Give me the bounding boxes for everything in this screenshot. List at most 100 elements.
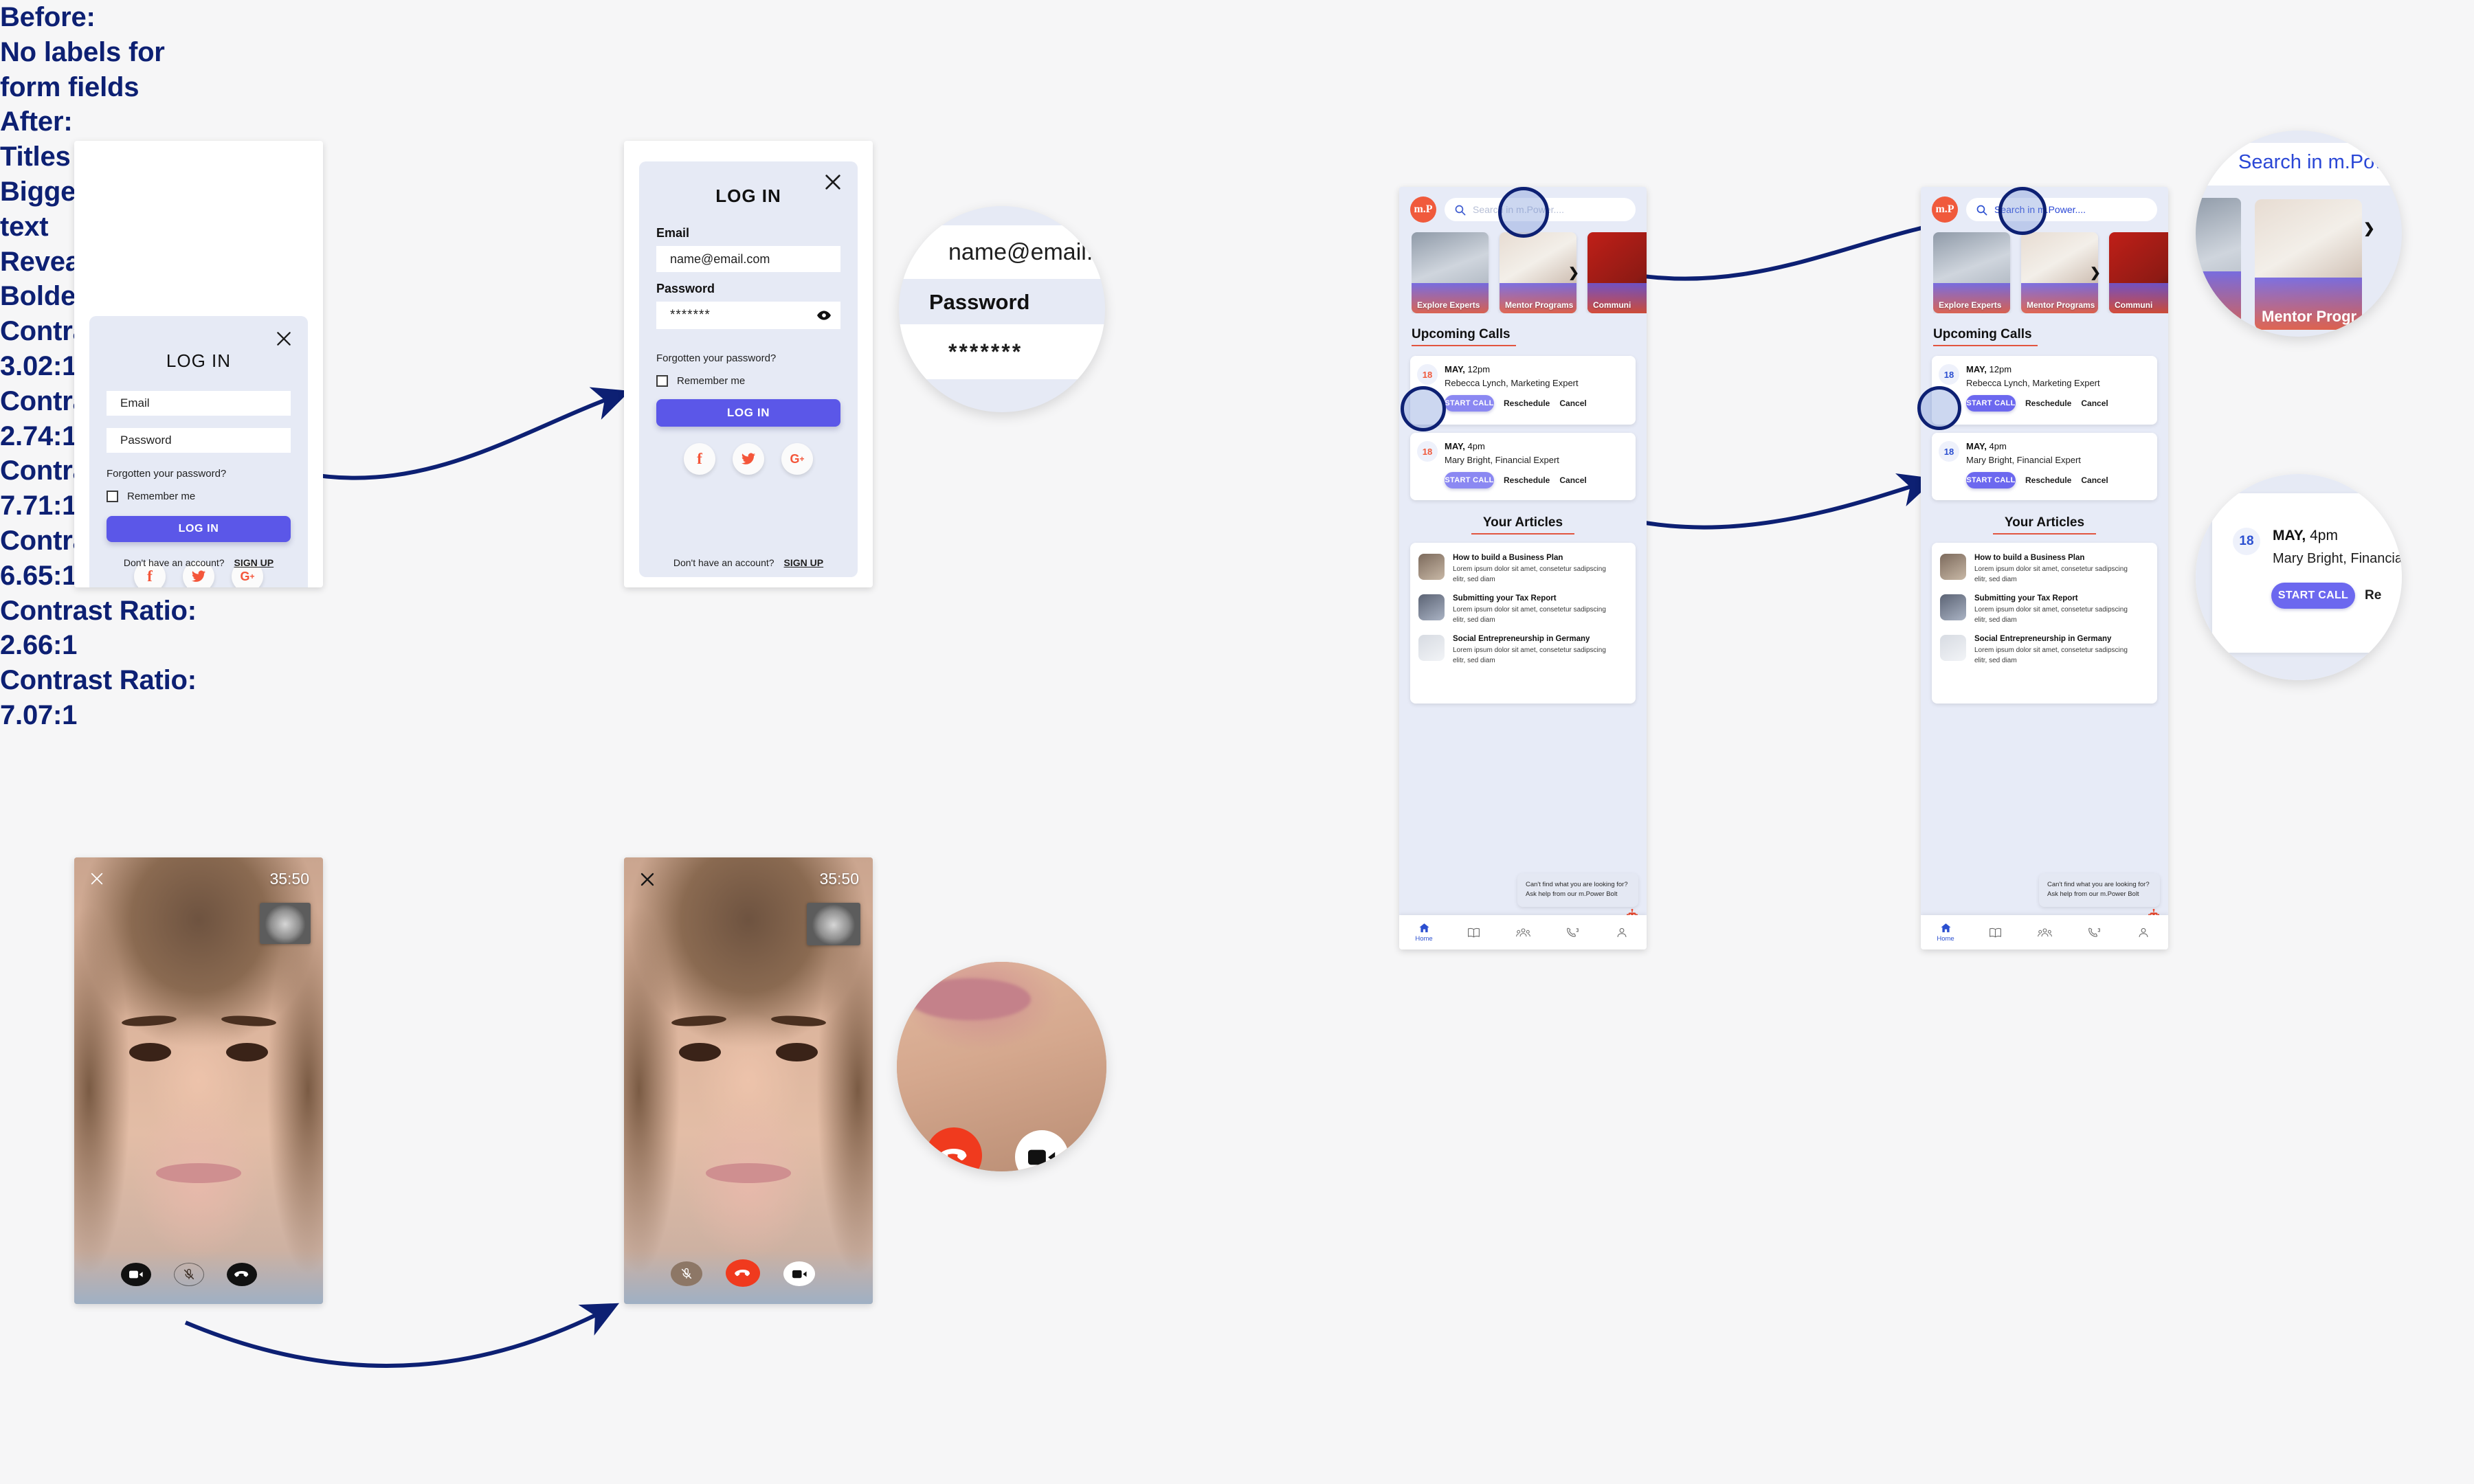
search-icon xyxy=(1976,204,1987,216)
nav-item-community[interactable] xyxy=(2020,928,2069,938)
nav-item-library[interactable] xyxy=(1970,928,2020,938)
close-icon[interactable] xyxy=(639,871,656,888)
cancel-link[interactable]: Cancel xyxy=(1559,398,1586,408)
category-carousel[interactable]: Explore Experts Mentor Programs Communi … xyxy=(1412,232,1647,313)
call-person: Rebecca Lynch, Marketing Expert xyxy=(1966,378,2100,388)
upcoming-calls-section: Upcoming Calls xyxy=(1933,327,2168,346)
remember-me-row[interactable]: Remember me xyxy=(107,491,308,502)
article-item[interactable]: Submitting your Tax Report Lorem ipsum d… xyxy=(1418,594,1627,625)
cancel-link[interactable]: Cancel xyxy=(2081,398,2108,408)
magnified-start-call-button[interactable]: START CALL xyxy=(2271,583,2355,609)
nav-item-home[interactable]: Home xyxy=(1399,922,1449,943)
magnified-day-number: 18 xyxy=(2239,534,2254,548)
forgot-password-link[interactable]: Forgotten your password? xyxy=(656,352,858,364)
password-input[interactable]: Password xyxy=(107,428,291,453)
start-call-button[interactable]: START CALL xyxy=(1445,472,1494,488)
chevron-right-icon[interactable]: ❯ xyxy=(2090,265,2101,281)
article-item[interactable]: Social Entrepreneurship in Germany Lorem… xyxy=(1940,635,2149,666)
self-view-thumbnail[interactable] xyxy=(260,903,311,944)
article-item[interactable]: How to build a Business Plan Lorem ipsum… xyxy=(1418,554,1627,585)
carousel-card[interactable]: Communi xyxy=(2109,232,2168,313)
cancel-link[interactable]: Cancel xyxy=(2081,475,2108,485)
email-input[interactable]: Email xyxy=(107,391,291,416)
article-thumbnail xyxy=(1940,594,1966,620)
bot-prompt-bubble[interactable]: Can't find what you are looking for? Ask… xyxy=(1517,873,1638,907)
nav-item-calls[interactable] xyxy=(2069,927,2119,938)
article-item[interactable]: Submitting your Tax Report Lorem ipsum d… xyxy=(1940,594,2149,625)
call-person: Mary Bright, Financial Expert xyxy=(1966,455,2081,465)
twitter-icon[interactable] xyxy=(733,443,764,475)
email-input[interactable]: name@email.com xyxy=(656,246,840,272)
call-day-number: 18 xyxy=(1943,369,1954,380)
cancel-link[interactable]: Cancel xyxy=(1559,475,1586,485)
login-after-phone: LOG IN Email name@email.com Password ***… xyxy=(624,141,873,587)
login-after-card: LOG IN Email name@email.com Password ***… xyxy=(639,161,858,577)
nav-item-home[interactable]: Home xyxy=(1921,922,1970,943)
carousel-card-label: Communi xyxy=(1593,300,1631,310)
mute-mic-button[interactable] xyxy=(671,1261,702,1286)
forgot-password-link[interactable]: Forgotten your password? xyxy=(107,468,308,480)
toggle-video-button[interactable] xyxy=(783,1261,815,1286)
call-date: MAY, xyxy=(1445,364,1465,374)
videocall-before-phone: 35:50 xyxy=(74,857,323,1304)
bot-prompt-bubble[interactable]: Can't find what you are looking for? Ask… xyxy=(2039,873,2160,907)
start-call-button[interactable]: START CALL xyxy=(1445,395,1494,412)
signup-link[interactable]: SIGN UP xyxy=(784,557,824,568)
category-carousel[interactable]: Explore Experts Mentor Programs Communi … xyxy=(1933,232,2168,313)
hangup-button[interactable] xyxy=(726,1259,760,1287)
close-icon[interactable] xyxy=(275,330,293,348)
start-call-button[interactable]: START CALL xyxy=(1966,395,2016,412)
arrow-video xyxy=(184,1303,620,1368)
login-submit-button[interactable]: LOG IN xyxy=(656,399,840,427)
reschedule-link[interactable]: Reschedule xyxy=(1504,398,1550,408)
self-view-thumbnail[interactable] xyxy=(807,903,860,945)
hangup-button[interactable] xyxy=(227,1263,257,1286)
nav-item-calls[interactable] xyxy=(1548,927,1597,938)
article-thumbnail xyxy=(1940,635,1966,661)
article-item[interactable]: Social Entrepreneurship in Germany Lorem… xyxy=(1418,635,1627,666)
reschedule-link[interactable]: Reschedule xyxy=(1504,475,1550,485)
google-plus-icon[interactable]: G + xyxy=(781,443,813,475)
reschedule-link[interactable]: Reschedule xyxy=(2025,398,2071,408)
search-icon xyxy=(1454,204,1466,216)
nav-item-profile[interactable] xyxy=(1597,927,1647,938)
login-submit-button[interactable]: LOG IN xyxy=(107,516,291,542)
start-call-button[interactable]: START CALL xyxy=(1966,472,2016,488)
articles-section: Your Articles xyxy=(1399,515,1647,535)
password-input[interactable]: ******* xyxy=(656,302,840,329)
remember-me-checkbox[interactable] xyxy=(656,375,668,387)
remember-me-checkbox[interactable] xyxy=(107,491,118,502)
start-call-label: START CALL xyxy=(1966,476,2016,484)
mute-mic-button[interactable] xyxy=(174,1263,204,1286)
facebook-icon[interactable]: f xyxy=(684,443,715,475)
signup-link[interactable]: SIGN UP xyxy=(234,557,274,568)
close-icon[interactable] xyxy=(89,871,104,886)
eye-icon[interactable] xyxy=(817,311,831,320)
carousel-card-label: Communi xyxy=(2115,300,2153,310)
close-icon[interactable] xyxy=(823,172,843,192)
carousel-card[interactable]: Explore Experts xyxy=(1933,232,2010,313)
carousel-card[interactable]: Explore Experts xyxy=(1412,232,1489,313)
password-value-text: ******* xyxy=(670,308,711,322)
start-call-label: START CALL xyxy=(1445,399,1494,407)
nav-item-profile[interactable] xyxy=(2119,927,2168,938)
toggle-video-button[interactable] xyxy=(121,1263,151,1286)
remember-me-row[interactable]: Remember me xyxy=(656,375,858,387)
carousel-card[interactable]: Mentor Programs xyxy=(1500,232,1576,313)
chevron-right-icon[interactable]: ❯ xyxy=(1568,265,1579,281)
article-item[interactable]: How to build a Business Plan Lorem ipsum… xyxy=(1940,554,2149,585)
highlight-ring-startcall-before xyxy=(1401,386,1446,431)
search-input[interactable]: Search in m.Power.... xyxy=(1966,198,2157,221)
carousel-card[interactable]: Mentor Programs xyxy=(2021,232,2098,313)
carousel-card[interactable]: Communi xyxy=(1587,232,1647,313)
nav-item-library[interactable] xyxy=(1449,928,1498,938)
nav-item-community[interactable] xyxy=(1498,928,1548,938)
password-label: Password xyxy=(656,282,715,295)
section-underline xyxy=(1933,345,2038,346)
magnified-email-value: name@email.com xyxy=(948,238,1105,265)
magnified-call-person: Mary Bright, Financial xyxy=(2273,551,2402,566)
reschedule-link[interactable]: Reschedule xyxy=(2025,475,2071,485)
mpower-after-phone: m.P Search in m.Power.... Explore Expert… xyxy=(1921,187,2168,949)
email-label: Email xyxy=(656,226,690,240)
bottom-nav: Home xyxy=(1399,915,1647,949)
